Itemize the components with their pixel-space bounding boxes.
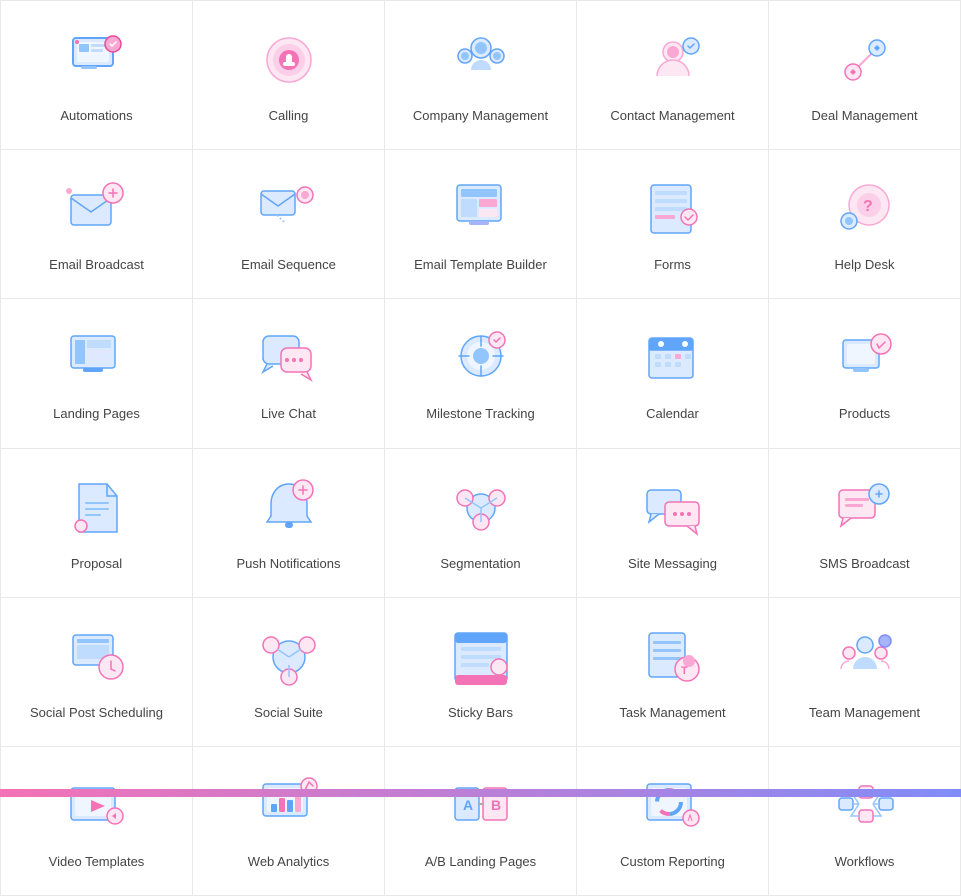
email-template-builder-label: Email Template Builder [414,256,547,274]
grid-item-company-management[interactable]: Company Management [385,1,577,150]
grid-item-calling[interactable]: Calling [193,1,385,150]
push-notifications-label: Push Notifications [236,555,340,573]
email-sequence-icon [254,174,324,244]
video-templates-icon [62,771,132,841]
landing-pages-label: Landing Pages [53,405,140,423]
grid-item-segmentation[interactable]: Segmentation [385,449,577,598]
landing-pages-icon [62,323,132,393]
forms-label: Forms [654,256,691,274]
push-notifications-icon [254,473,324,543]
deal-management-icon [830,25,900,95]
task-management-icon: T [638,622,708,692]
contact-management-icon [638,25,708,95]
calling-icon [254,25,324,95]
grid-item-landing-pages[interactable]: Landing Pages [1,299,193,448]
grid-item-proposal[interactable]: Proposal [1,449,193,598]
forms-icon [638,174,708,244]
grid-item-milestone-tracking[interactable]: Milestone Tracking [385,299,577,448]
company-management-label: Company Management [413,107,548,125]
products-label: Products [839,405,890,423]
workflows-icon [830,771,900,841]
web-analytics-label: Web Analytics [248,853,329,871]
email-template-builder-icon [446,174,516,244]
sms-broadcast-icon [830,473,900,543]
site-messaging-label: Site Messaging [628,555,717,573]
grid-item-email-broadcast[interactable]: Email Broadcast [1,150,193,299]
company-management-icon [446,25,516,95]
grid-item-deal-management[interactable]: Deal Management [769,1,961,150]
help-desk-label: Help Desk [835,256,895,274]
sticky-bars-icon [446,622,516,692]
grid-item-web-analytics[interactable]: Web Analytics [193,747,385,896]
grid-item-video-templates[interactable]: Video Templates [1,747,193,896]
workflows-label: Workflows [835,853,895,871]
grid-item-custom-reporting[interactable]: Custom Reporting [577,747,769,896]
products-grid: Automations Calling Company Management C… [0,0,961,896]
custom-reporting-icon [638,771,708,841]
automations-icon [62,25,132,95]
video-templates-label: Video Templates [49,853,145,871]
ab-landing-pages-icon: A B [446,771,516,841]
web-analytics-icon [254,771,324,841]
social-post-scheduling-icon [62,622,132,692]
contact-management-label: Contact Management [610,107,734,125]
grid-item-workflows[interactable]: Workflows [769,747,961,896]
grid-item-calendar[interactable]: Calendar [577,299,769,448]
svg-text:T: T [681,665,688,677]
task-management-label: Task Management [619,704,725,722]
milestone-tracking-label: Milestone Tracking [426,405,534,423]
svg-text:?: ? [863,198,873,215]
sticky-bars-label: Sticky Bars [448,704,513,722]
bottom-bar [0,789,961,797]
grid-item-task-management[interactable]: T Task Management [577,598,769,747]
site-messaging-icon [638,473,708,543]
live-chat-label: Live Chat [261,405,316,423]
products-icon [830,323,900,393]
help-desk-icon: ? [830,174,900,244]
proposal-icon [62,473,132,543]
grid-item-forms[interactable]: Forms [577,150,769,299]
sms-broadcast-label: SMS Broadcast [819,555,909,573]
svg-text:B: B [491,797,501,813]
grid-item-social-post-scheduling[interactable]: Social Post Scheduling [1,598,193,747]
calling-label: Calling [269,107,309,125]
social-suite-label: Social Suite [254,704,323,722]
email-broadcast-icon [62,174,132,244]
social-post-scheduling-label: Social Post Scheduling [30,704,163,722]
grid-item-automations[interactable]: Automations [1,1,193,150]
grid-item-help-desk[interactable]: ? Help Desk [769,150,961,299]
grid-item-products[interactable]: Products [769,299,961,448]
automations-label: Automations [60,107,132,125]
grid-item-email-template-builder[interactable]: Email Template Builder [385,150,577,299]
calendar-label: Calendar [646,405,699,423]
svg-text:A: A [463,797,473,813]
custom-reporting-label: Custom Reporting [620,853,725,871]
proposal-label: Proposal [71,555,122,573]
live-chat-icon [254,323,324,393]
team-management-icon [830,622,900,692]
email-sequence-label: Email Sequence [241,256,336,274]
calendar-icon [638,323,708,393]
grid-item-site-messaging[interactable]: Site Messaging [577,449,769,598]
milestone-tracking-icon [446,323,516,393]
team-management-label: Team Management [809,704,920,722]
social-suite-icon [254,622,324,692]
grid-item-email-sequence[interactable]: Email Sequence [193,150,385,299]
grid-item-sms-broadcast[interactable]: SMS Broadcast [769,449,961,598]
deal-management-label: Deal Management [811,107,917,125]
segmentation-icon [446,473,516,543]
grid-item-ab-landing-pages[interactable]: A B A/B Landing Pages [385,747,577,896]
grid-item-sticky-bars[interactable]: Sticky Bars [385,598,577,747]
ab-landing-pages-label: A/B Landing Pages [425,853,536,871]
grid-item-live-chat[interactable]: Live Chat [193,299,385,448]
grid-item-social-suite[interactable]: Social Suite [193,598,385,747]
grid-item-contact-management[interactable]: Contact Management [577,1,769,150]
email-broadcast-label: Email Broadcast [49,256,144,274]
grid-item-team-management[interactable]: Team Management [769,598,961,747]
grid-item-push-notifications[interactable]: Push Notifications [193,449,385,598]
segmentation-label: Segmentation [440,555,520,573]
